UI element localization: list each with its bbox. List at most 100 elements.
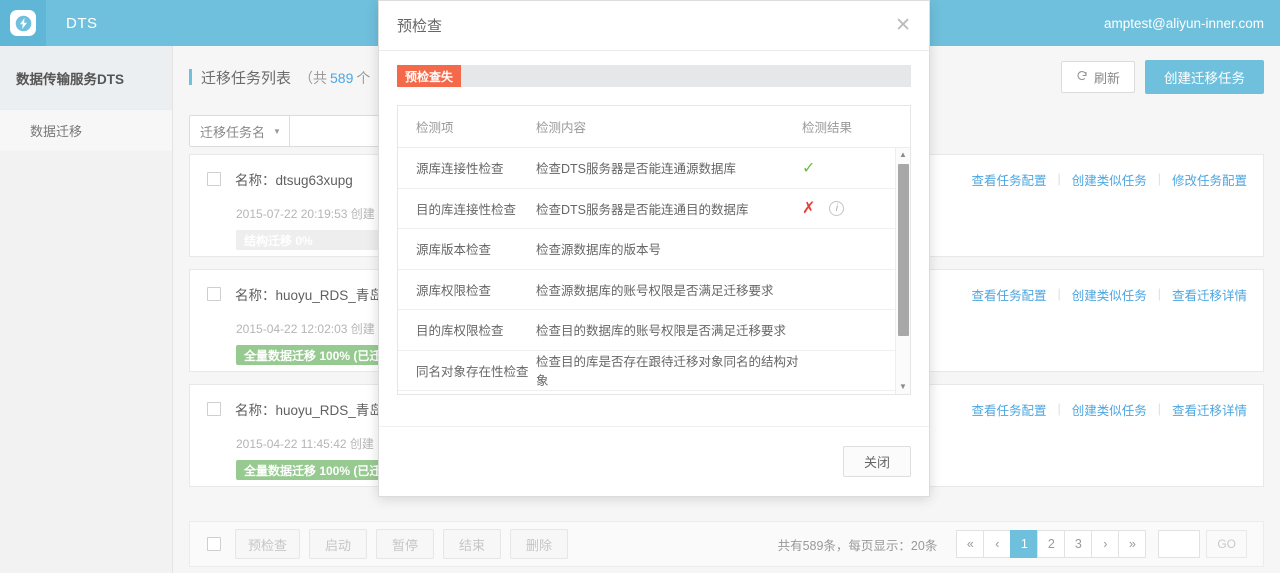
- refresh-button[interactable]: 刷新: [1061, 61, 1135, 93]
- pagination-total: 共有589条，每页显示：20条: [778, 535, 938, 554]
- page-title: 迁移任务列表: [201, 67, 291, 88]
- modal-title: 预检查: [397, 15, 442, 36]
- refresh-icon: [1076, 70, 1088, 85]
- page-go-button[interactable]: GO: [1206, 530, 1247, 558]
- pagination: 共有589条，每页显示：20条 « ‹ 1 2 3 › » GO: [778, 530, 1247, 558]
- column-header-desc: 检测内容: [536, 117, 802, 136]
- table-row: 约束完整性检查 检查迁移表中默认约外键父表是否迁移: [398, 391, 910, 394]
- column-header-item: 检测项: [398, 117, 536, 136]
- start-button[interactable]: 启动: [309, 529, 367, 559]
- table-row: 源库版本检查 检查源数据库的版本号: [398, 229, 910, 270]
- sidebar-item-label: 数据迁移: [30, 121, 82, 140]
- page-jump-input[interactable]: [1158, 530, 1200, 558]
- info-icon[interactable]: i: [829, 201, 844, 216]
- precheck-status-bar: 预检查失: [397, 65, 911, 87]
- check-item-name: 同名对象存在性检查: [398, 361, 536, 380]
- page-2[interactable]: 2: [1037, 530, 1065, 558]
- modal-body: 预检查失 检测项 检测内容 检测结果 源库连接性检查 检查DTS服务器是否能连通…: [379, 51, 929, 426]
- page-1[interactable]: 1: [1010, 530, 1038, 558]
- task-link-view-config[interactable]: 查看任务配置: [971, 170, 1046, 189]
- check-item-name: 源库版本检查: [398, 239, 536, 258]
- link-separator: |: [1158, 172, 1161, 186]
- header-actions: 刷新 创建迁移任务: [1061, 60, 1264, 94]
- task-link-view-detail[interactable]: 查看迁移详情: [1172, 400, 1247, 419]
- count-prefix: （共: [299, 70, 327, 86]
- link-separator: |: [1158, 402, 1161, 416]
- page-last[interactable]: »: [1118, 530, 1146, 558]
- sidebar-item-data-migration[interactable]: 数据迁移: [0, 109, 172, 151]
- pause-button[interactable]: 暂停: [376, 529, 434, 559]
- bottom-toolbar: 预检查 启动 暂停 结束 删除 共有589条，每页显示：20条 « ‹ 1 2 …: [189, 521, 1264, 567]
- check-item-name: 源库连接性检查: [398, 158, 536, 177]
- logo-cell[interactable]: [0, 0, 46, 46]
- modal-footer: 关闭: [379, 426, 929, 496]
- check-item-result: ✗ i: [802, 198, 910, 218]
- cross-icon: ✗: [802, 198, 815, 218]
- task-link-view-detail[interactable]: 查看迁移详情: [1172, 285, 1247, 304]
- scrollbar-thumb[interactable]: [898, 164, 909, 336]
- dts-logo-icon: [10, 10, 36, 36]
- refresh-label: 刷新: [1094, 68, 1120, 87]
- check-item-desc: 检查源数据库的账号权限是否满足迁移要求: [536, 280, 802, 299]
- table-body: 源库连接性检查 检查DTS服务器是否能连通源数据库 ✓ 目的库连接性检查 检查D…: [398, 148, 910, 394]
- check-item-desc: 检查源数据库的版本号: [536, 239, 802, 258]
- close-icon[interactable]: ✕: [895, 16, 911, 35]
- check-item-name: 目的库权限检查: [398, 320, 536, 339]
- table-row: 目的库连接性检查 检查DTS服务器是否能连通目的数据库 ✗ i: [398, 189, 910, 230]
- check-item-name: 源库权限检查: [398, 280, 536, 299]
- task-select-checkbox[interactable]: [207, 402, 221, 416]
- page-3[interactable]: 3: [1064, 530, 1092, 558]
- title-accent-bar: [189, 69, 192, 85]
- page-prev[interactable]: ‹: [983, 530, 1011, 558]
- task-link-view-config[interactable]: 查看任务配置: [971, 400, 1046, 419]
- filter-type-value: 迁移任务名: [200, 122, 265, 141]
- check-item-name: 目的库连接性检查: [398, 199, 536, 218]
- create-migration-task-button[interactable]: 创建迁移任务: [1145, 60, 1264, 94]
- link-separator: |: [1057, 402, 1060, 416]
- check-result-table: 检测项 检测内容 检测结果 源库连接性检查 检查DTS服务器是否能连通源数据库 …: [397, 105, 911, 395]
- task-link-create-similar[interactable]: 创建类似任务: [1072, 285, 1147, 304]
- count-suffix: 个: [356, 70, 370, 86]
- task-select-checkbox[interactable]: [207, 287, 221, 301]
- sidebar: 数据传输服务DTS 数据迁移: [0, 46, 173, 573]
- column-header-result: 检测结果: [802, 117, 910, 136]
- task-name: 名称：dtsug63xupg: [235, 169, 353, 189]
- scroll-down-arrow-icon[interactable]: ▼: [899, 380, 907, 394]
- filter-type-select[interactable]: 迁移任务名 ▼: [189, 115, 290, 147]
- scroll-up-arrow-icon[interactable]: ▲: [899, 148, 907, 162]
- delete-button[interactable]: 删除: [510, 529, 568, 559]
- task-link-modify-config[interactable]: 修改任务配置: [1172, 170, 1247, 189]
- brand-title: DTS: [66, 15, 98, 32]
- table-row: 同名对象存在性检查 检查目的库是否存在跟待迁移对象同名的结构对象: [398, 351, 910, 392]
- task-action-links: 查看任务配置 | 创建类似任务 | 查看迁移详情: [971, 285, 1247, 304]
- task-action-links: 查看任务配置 | 创建类似任务 | 修改任务配置: [971, 170, 1247, 189]
- modal-header: 预检查 ✕: [379, 1, 929, 51]
- check-item-desc: 检查目的数据库的账号权限是否满足迁移要求: [536, 320, 802, 339]
- page-next[interactable]: ›: [1091, 530, 1119, 558]
- task-link-create-similar[interactable]: 创建类似任务: [1072, 170, 1147, 189]
- task-select-checkbox[interactable]: [207, 172, 221, 186]
- precheck-modal: 预检查 ✕ 预检查失 检测项 检测内容 检测结果 源库连接性检查 检查DTS服务…: [378, 0, 930, 497]
- task-link-create-similar[interactable]: 创建类似任务: [1072, 400, 1147, 419]
- scrollbar-track[interactable]: [896, 162, 911, 380]
- task-count: （共589个: [299, 68, 370, 88]
- select-all-checkbox[interactable]: [207, 537, 221, 551]
- link-separator: |: [1158, 287, 1161, 301]
- table-header-row: 检测项 检测内容 检测结果: [398, 106, 910, 148]
- check-item-desc: 检查DTS服务器是否能连通源数据库: [536, 158, 802, 177]
- sidebar-title: 数据传输服务DTS: [0, 46, 172, 109]
- page-first[interactable]: «: [956, 530, 984, 558]
- check-item-result: ✓: [802, 158, 910, 178]
- table-row: 目的库权限检查 检查目的数据库的账号权限是否满足迁移要求: [398, 310, 910, 351]
- modal-close-button[interactable]: 关闭: [843, 446, 911, 477]
- account-email[interactable]: amptest@aliyun-inner.com: [1104, 0, 1264, 46]
- stop-button[interactable]: 结束: [443, 529, 501, 559]
- link-separator: |: [1057, 287, 1060, 301]
- chevron-down-icon: ▼: [273, 127, 281, 136]
- check-icon: ✓: [802, 158, 815, 178]
- table-scrollbar[interactable]: ▲ ▼: [895, 148, 910, 394]
- precheck-button[interactable]: 预检查: [235, 529, 300, 559]
- table-row: 源库权限检查 检查源数据库的账号权限是否满足迁移要求: [398, 270, 910, 311]
- task-link-view-config[interactable]: 查看任务配置: [971, 285, 1046, 304]
- link-separator: |: [1057, 172, 1060, 186]
